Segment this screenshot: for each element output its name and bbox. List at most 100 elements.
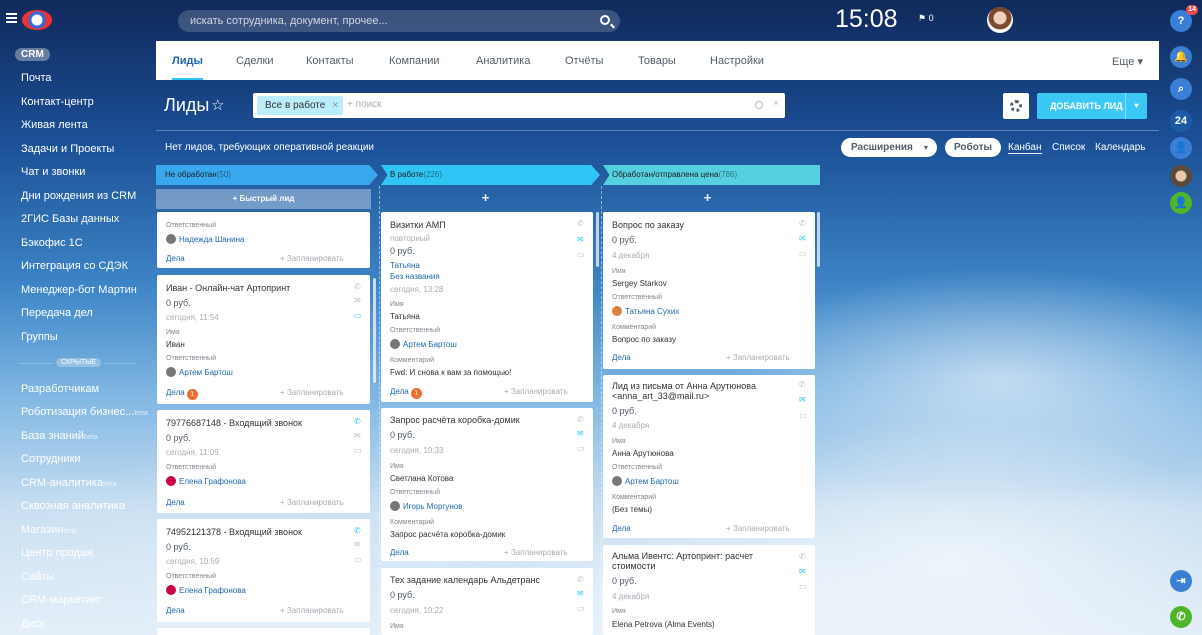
lead-card[interactable]: 74952121378 - Входящий звонок 0 руб. сег… xyxy=(157,519,370,622)
chat-icon[interactable]: ▭ xyxy=(577,605,587,613)
column-header[interactable]: В работе(226) xyxy=(381,165,600,185)
menu-section-crm[interactable]: CRM xyxy=(15,48,50,61)
card-title[interactable]: Визитки АМП xyxy=(390,220,570,230)
tab-settings[interactable]: Настройки xyxy=(710,55,764,67)
phone-icon[interactable]: ✆ xyxy=(799,553,809,561)
mail-icon[interactable]: ✉ xyxy=(354,297,364,305)
chat-icon[interactable]: ▭ xyxy=(799,412,809,420)
menu-item[interactable]: 2ГИС Базы данных xyxy=(21,213,119,225)
contact-link[interactable]: Татьяна xyxy=(390,261,420,270)
view-calendar[interactable]: Календарь xyxy=(1095,142,1145,153)
responsible-user[interactable]: Татьяна Сухих xyxy=(612,306,679,316)
phone-icon[interactable]: ✆ xyxy=(577,416,587,424)
menu-item[interactable]: Дни рождения из CRM xyxy=(21,190,136,202)
menu-item[interactable]: Сквозная аналитика xyxy=(21,500,125,512)
menu-item[interactable]: Менеджер-бот Мартин xyxy=(21,284,137,296)
global-search-input[interactable]: искать сотрудника, документ, прочее... xyxy=(178,10,620,32)
card-title-line2[interactable]: стоимости xyxy=(612,561,792,571)
lead-card[interactable]: Визитки АМП повторный 0 руб. Татьяна Без… xyxy=(381,212,593,402)
tabs-more-button[interactable]: Еще ▾ xyxy=(1112,55,1143,68)
plan-link[interactable]: + Запланировать xyxy=(280,498,344,507)
close-icon[interactable]: × xyxy=(332,96,338,115)
phone-icon[interactable]: ✆ xyxy=(577,576,587,584)
responsible-user[interactable]: Артем Бартош xyxy=(612,476,679,486)
lead-card[interactable]: Иван - Онлайн-чат Артопринт 0 руб. сегод… xyxy=(157,275,370,404)
lead-card[interactable]: Тех задание календарь Альдетранс 0 руб. … xyxy=(381,568,593,635)
responsible-user[interactable]: Артем Бартош xyxy=(390,339,457,349)
deals-link[interactable]: Дела 1 xyxy=(390,387,422,399)
add-card-button[interactable]: + xyxy=(600,190,815,205)
lead-card[interactable]: Альма Ивентс: Артопринт: расчет стоимост… xyxy=(603,545,815,635)
online-contact-icon[interactable]: 👤 xyxy=(1170,192,1192,214)
menu-item[interactable]: Интеграция со СДЭК xyxy=(21,260,128,272)
company-logo[interactable] xyxy=(22,10,52,30)
deals-link[interactable]: Дела xyxy=(166,606,185,615)
chat-icon[interactable]: ▭ xyxy=(799,250,809,258)
card-title[interactable]: 74952121378 - Входящий звонок xyxy=(166,527,346,537)
menu-item[interactable]: Сайты xyxy=(21,571,54,583)
quick-lead-button[interactable]: + Быстрый лид xyxy=(156,189,371,209)
tab-reports[interactable]: Отчёты xyxy=(565,55,603,67)
menu-item[interactable]: Задачи и Проекты xyxy=(21,143,114,155)
mail-icon[interactable]: ✉ xyxy=(577,430,587,438)
mail-icon[interactable]: ✉ xyxy=(354,541,364,549)
responsible-user[interactable]: Елена Графонова xyxy=(166,585,246,595)
menu-item[interactable]: Разработчикам xyxy=(21,383,99,395)
chat-icon[interactable]: ▭ xyxy=(354,447,364,455)
plan-link[interactable]: + Запланировать xyxy=(280,606,344,615)
deals-link[interactable]: Дела 1 xyxy=(166,388,198,400)
scrollbar[interactable] xyxy=(596,212,599,267)
menu-item[interactable]: Живая лента xyxy=(21,119,88,131)
mail-icon[interactable]: ✉ xyxy=(799,235,809,243)
plan-link[interactable]: + Запланировать xyxy=(726,524,790,533)
menu-item[interactable]: Центр продаж xyxy=(21,547,93,559)
phone-icon[interactable]: ✆ xyxy=(354,527,364,535)
contact-icon[interactable]: 👤 xyxy=(1170,137,1192,159)
chat-icon[interactable]: ▭ xyxy=(799,583,809,591)
card-title[interactable]: Иван - Онлайн-чат Артопринт xyxy=(166,283,346,293)
tab-products[interactable]: Товары xyxy=(638,55,676,67)
responsible-user[interactable]: Надежда Шанина xyxy=(166,234,244,244)
close-icon[interactable]: × xyxy=(773,98,779,109)
plan-link[interactable]: + Запланировать xyxy=(280,254,344,263)
lead-card[interactable]: Лид из письма от Анна Арутюнова <anna_ar… xyxy=(603,375,815,538)
deals-link[interactable]: Дела xyxy=(612,524,631,533)
extensions-button[interactable]: Расширения xyxy=(841,138,937,157)
phone-icon[interactable]: ✆ xyxy=(577,220,587,228)
column-header[interactable]: Не обработан(50) xyxy=(156,165,378,185)
tab-contacts[interactable]: Контакты xyxy=(306,55,354,67)
lead-card[interactable]: Запрос расчёта коробка-домик 0 руб. сего… xyxy=(381,408,593,561)
chevron-down-icon[interactable]: ▾ xyxy=(1125,93,1147,119)
phone-icon[interactable]: ✆ xyxy=(799,220,809,228)
deals-link[interactable]: Дела xyxy=(390,548,409,557)
bell-icon[interactable]: 🔔 xyxy=(1170,46,1192,68)
column-header[interactable]: Обработан/отправлена цена(786) xyxy=(603,165,820,185)
menu-icon[interactable] xyxy=(6,13,17,23)
lead-card[interactable]: Вопрос по заказу 0 руб. 4 декабря Имя Se… xyxy=(603,212,815,369)
lead-card[interactable]: Ответственный Надежда Шанина Дела + Запл… xyxy=(157,212,370,268)
card-title-line2[interactable]: <anna_art_33@mail.ru> xyxy=(612,391,792,401)
mail-icon[interactable]: ✉ xyxy=(799,568,809,576)
responsible-user[interactable]: Елена Графонова xyxy=(166,476,246,486)
view-list[interactable]: Список xyxy=(1052,142,1085,153)
counter-24[interactable]: 24 xyxy=(1170,110,1192,132)
responsible-user[interactable]: Артем Бартош xyxy=(166,367,233,377)
tab-leads[interactable]: Лиды xyxy=(172,55,203,80)
flag-counter[interactable]: ⚑ 0 xyxy=(918,13,934,24)
hidden-items-toggle[interactable]: СКРЫТЫЕ xyxy=(56,358,102,367)
search-icon[interactable]: ⌕ xyxy=(1170,78,1192,100)
phone-icon[interactable]: ✆ xyxy=(354,418,364,426)
filter-chip[interactable]: Все в работе × xyxy=(257,96,344,115)
phone-icon[interactable]: ✆ xyxy=(354,283,364,291)
menu-item[interactable]: База знанийbeta xyxy=(21,430,98,442)
card-title[interactable]: 79776687148 - Входящий звонок xyxy=(166,418,346,428)
responsible-user[interactable]: Игорь Моргунов xyxy=(390,501,462,511)
plan-link[interactable]: + Запланировать xyxy=(504,387,568,396)
card-title[interactable]: Лид из письма от Анна Арутюнова xyxy=(612,381,792,391)
card-title[interactable]: Альма Ивентс: Артопринт: расчет xyxy=(612,551,792,561)
mail-icon[interactable]: ✉ xyxy=(577,236,587,244)
menu-item[interactable]: Контакт-центр xyxy=(21,96,94,108)
phone-icon[interactable]: ✆ xyxy=(799,381,809,389)
add-card-button[interactable]: + xyxy=(378,190,593,205)
settings-button[interactable] xyxy=(1003,93,1029,119)
